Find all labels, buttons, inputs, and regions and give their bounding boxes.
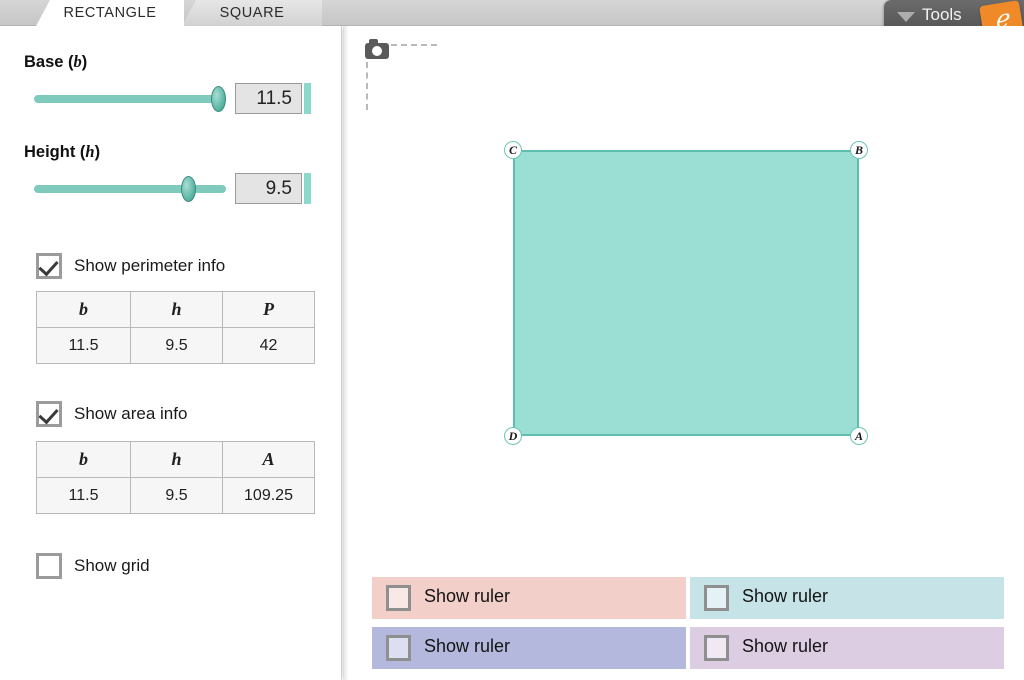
sidebar-panel: Base (b) 11.5 Height (h) 9.5 Show perime…: [0, 26, 342, 680]
height-label: Height (h): [24, 142, 100, 162]
camera-icon[interactable]: [365, 39, 389, 59]
label-show-ruler-3: Show ruler: [424, 636, 511, 656]
rectangle-shape[interactable]: [513, 150, 859, 436]
height-label-close: ): [94, 143, 101, 161]
perimeter-table: b h P 11.5 9.5 42: [36, 291, 315, 364]
vertex-a[interactable]: A: [850, 427, 868, 445]
height-label-text: Height (: [24, 143, 86, 161]
vertex-c[interactable]: C: [504, 141, 522, 159]
tools-label: Tools: [922, 5, 962, 24]
height-value-box[interactable]: 9.5: [235, 173, 302, 204]
checkbox-show-ruler-4[interactable]: [704, 635, 729, 661]
label-show-area-info: Show area info: [74, 404, 188, 423]
perimeter-header-p: P: [222, 291, 315, 328]
checkbox-show-area-info[interactable]: [36, 401, 62, 427]
chevron-down-icon: [897, 12, 915, 22]
table-row: 11.5 9.5 109.25: [36, 477, 315, 514]
table-row: b h A: [36, 441, 315, 478]
canvas-area[interactable]: C B D A Show ruler Show ruler Show ruler…: [349, 26, 1024, 680]
base-label-close: ): [81, 53, 88, 71]
base-label-var: b: [73, 52, 82, 71]
ruler-panel-4[interactable]: Show ruler: [690, 627, 1004, 669]
area-value-b: 11.5: [36, 477, 131, 514]
label-show-ruler-2: Show ruler: [742, 586, 829, 606]
base-value-box[interactable]: 11.5: [235, 83, 302, 114]
base-value-accent: [304, 83, 311, 114]
area-header-b: b: [36, 441, 131, 478]
label-show-ruler-4: Show ruler: [742, 636, 829, 656]
perimeter-value-h: 9.5: [130, 327, 223, 364]
area-header-h: h: [130, 441, 223, 478]
area-value-h: 9.5: [130, 477, 223, 514]
base-label: Base (b): [24, 52, 87, 72]
base-label-text: Base (: [24, 53, 74, 71]
area-value-a: 109.25: [222, 477, 315, 514]
base-slider-track[interactable]: [34, 95, 226, 103]
label-show-perimeter-info: Show perimeter info: [74, 256, 226, 275]
area-table: b h A 11.5 9.5 109.25: [36, 441, 315, 514]
checkbox-show-ruler-1[interactable]: [386, 585, 411, 611]
perimeter-value-p: 42: [222, 327, 315, 364]
checkbox-show-ruler-2[interactable]: [704, 585, 729, 611]
checkbox-show-perimeter-info[interactable]: [36, 253, 62, 279]
app-root: RECTANGLE SQUARE Tools ℯ Base (b) 11.5 H…: [0, 0, 1024, 680]
height-label-var: h: [85, 142, 95, 161]
crop-guide-horizontal: [391, 44, 437, 46]
crop-guide-vertical: [366, 62, 368, 110]
tab-bar: RECTANGLE SQUARE: [0, 0, 1024, 26]
vertex-b[interactable]: B: [850, 141, 868, 159]
base-slider-handle[interactable]: [211, 86, 226, 112]
base-slider[interactable]: [34, 84, 226, 114]
label-show-grid: Show grid: [74, 556, 150, 575]
ruler-panel-2[interactable]: Show ruler: [690, 577, 1004, 619]
vertex-d[interactable]: D: [504, 427, 522, 445]
tab-rectangle[interactable]: RECTANGLE: [36, 0, 184, 26]
table-row: b h P: [36, 291, 315, 328]
perimeter-value-b: 11.5: [36, 327, 131, 364]
height-value-accent: [304, 173, 311, 204]
height-slider[interactable]: [34, 174, 226, 204]
area-header-a: A: [222, 441, 315, 478]
checkbox-show-grid[interactable]: [36, 553, 62, 579]
table-row: 11.5 9.5 42: [36, 327, 315, 364]
ruler-panel-3[interactable]: Show ruler: [372, 627, 686, 669]
ruler-panel-1[interactable]: Show ruler: [372, 577, 686, 619]
checkbox-show-ruler-3[interactable]: [386, 635, 411, 661]
camera-icon-lens: [372, 46, 382, 56]
height-slider-handle[interactable]: [181, 176, 196, 202]
tab-square[interactable]: SQUARE: [182, 0, 322, 26]
perimeter-header-h: h: [130, 291, 223, 328]
label-show-ruler-1: Show ruler: [424, 586, 511, 606]
height-slider-track[interactable]: [34, 185, 226, 193]
perimeter-header-b: b: [36, 291, 131, 328]
